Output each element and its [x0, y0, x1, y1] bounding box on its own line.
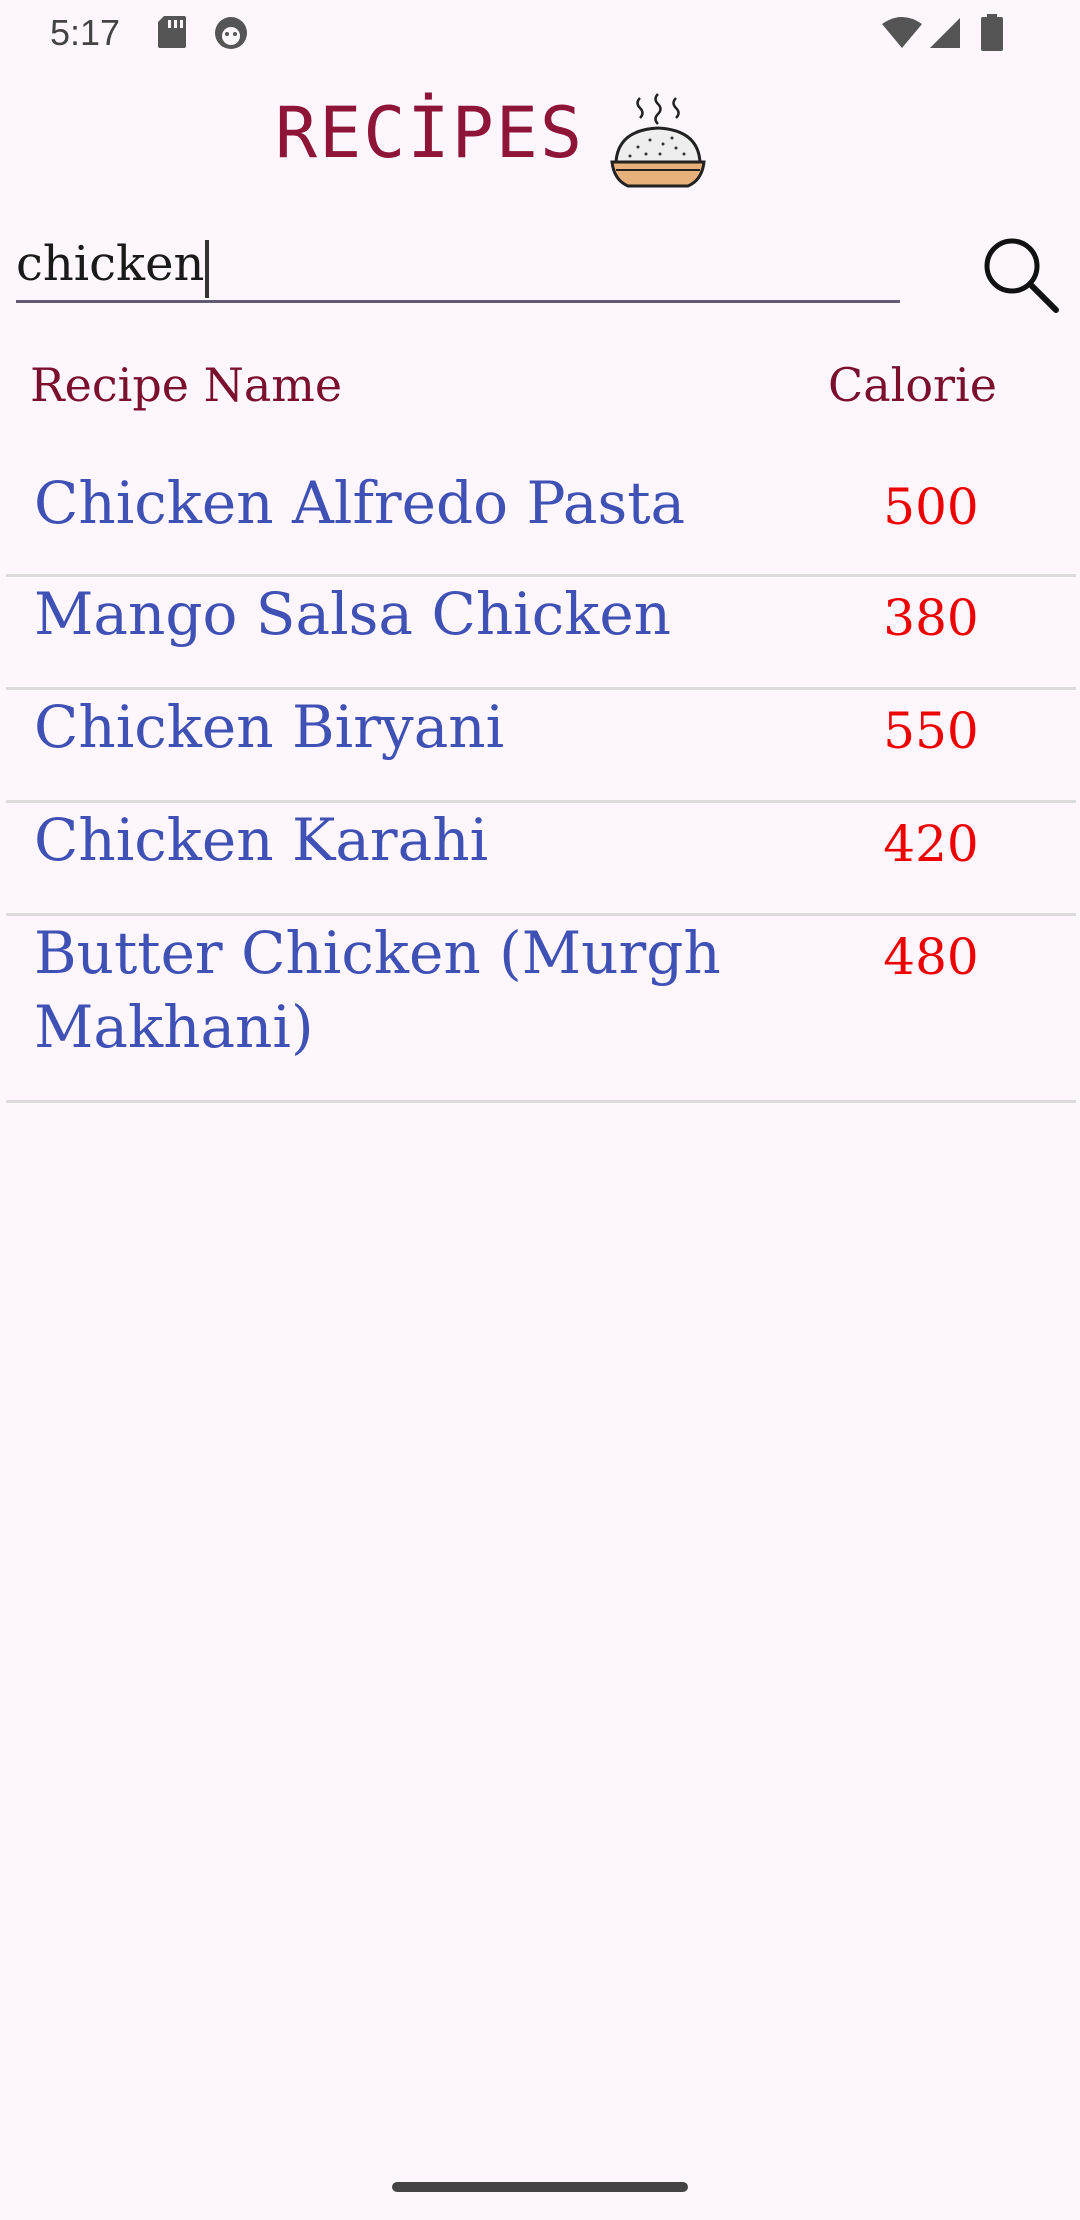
recipe-row[interactable]: Mango Salsa Chicken 380 [6, 577, 1076, 690]
steaming-rice-bowl-icon [610, 93, 706, 188]
recipe-row[interactable]: Chicken Biryani 550 [6, 690, 1076, 803]
recipe-row[interactable]: Chicken Alfredo Pasta 500 [6, 450, 1076, 577]
recipe-name: Chicken Alfredo Pasta [34, 469, 686, 537]
recipe-row[interactable]: Chicken Karahi 420 [6, 803, 1076, 916]
signal-icon [930, 18, 960, 48]
recipe-calorie: 420 [883, 815, 979, 873]
search-icon[interactable] [976, 230, 1066, 320]
recipe-name: Butter Chicken (Murgh Makhani) [34, 919, 721, 1061]
recipe-name: Mango Salsa Chicken [34, 580, 672, 648]
sd-card-icon [158, 16, 186, 48]
recipe-calorie: 500 [883, 478, 979, 536]
app-title: RECİPES [275, 92, 585, 174]
recipe-calorie: 550 [883, 702, 979, 760]
recipe-list: Chicken Alfredo Pasta 500 Mango Salsa Ch… [6, 450, 1076, 1103]
column-header-calorie: Calorie [828, 358, 997, 412]
text-cursor [205, 240, 209, 298]
recipe-calorie: 380 [883, 589, 979, 647]
recipe-name: Chicken Biryani [34, 693, 505, 761]
search-input[interactable] [16, 228, 900, 303]
android-debug-icon [215, 17, 247, 49]
recipe-name: Chicken Karahi [34, 806, 489, 874]
column-header-recipe-name: Recipe Name [30, 358, 343, 412]
status-time: 5:17 [50, 12, 121, 53]
recipe-row[interactable]: Butter Chicken (Murgh Makhani) 480 [6, 916, 1076, 1103]
home-indicator[interactable] [392, 2182, 688, 2192]
wifi-icon [882, 17, 922, 48]
recipe-calorie: 480 [883, 928, 979, 986]
battery-icon [981, 14, 1003, 51]
status-bar: 5:17 [0, 0, 1080, 66]
